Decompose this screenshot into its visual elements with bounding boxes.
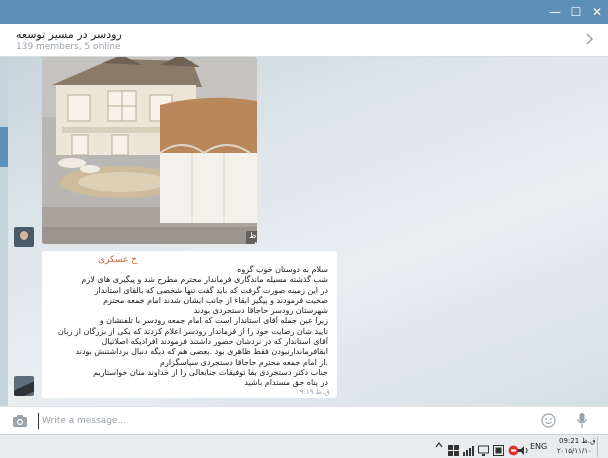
volume-icon[interactable] [518,441,529,455]
close-button[interactable]: ✕ [589,4,605,20]
chevron-right-icon[interactable] [586,33,594,49]
message-line: جناب دکتر دستجردی بقا توفیقات جنابعالی ر… [93,367,328,377]
message-line: زیرا عین جمله آقای استاندار است که امام … [99,316,328,326]
camera-icon[interactable] [12,413,28,427]
message-line: در پناه حق مستدام باشید [244,378,328,388]
composer-bar [0,406,608,434]
monitor-icon[interactable] [478,441,489,456]
tray-app-icon[interactable] [493,441,504,456]
chat-title: رودسر در مسیر توسعه [16,28,122,41]
message-line: ابقافرماندارنبودن فقط ظاهری بود .بعضی هم… [75,347,328,357]
message-timestamp: ق.ظ ۰۹:۱۹ [296,388,330,396]
photo-message[interactable]: ق.ظ ۰۸:۲۶ [42,57,257,244]
language-indicator[interactable]: ENG [530,442,547,451]
message-history[interactable]: ق.ظ ۰۸:۲۶ ح عسکری سلام به دوستان خوب گرو… [0,57,608,406]
message-line: در این زمینه صورت گرفت که باید گفت تنها … [94,285,328,295]
message-line: تایید شان رضایت خود را از فرماندار رودسر… [57,326,328,336]
microphone-icon[interactable] [576,412,588,429]
sidebar-edge-tab[interactable] [0,127,8,167]
emoji-icon[interactable] [541,413,556,428]
show-desktop-button[interactable] [597,437,598,457]
photo-image [42,57,257,244]
avatar[interactable] [14,227,34,247]
avatar[interactable] [14,376,34,396]
window-titlebar: — ☐ ✕ [0,0,608,24]
message-sender[interactable]: ح عسکری [98,255,137,265]
windows-flag-icon[interactable] [448,441,459,456]
clock-time[interactable]: ق.ظ 09:21 [559,437,596,445]
network-icon[interactable] [463,441,474,456]
chat-member-count: 139 members, 5 online [16,42,121,52]
message-line: سلام به دوستان خوب گروه [237,265,328,274]
windows-taskbar: ENG ق.ظ 09:21 ۲۰۱۵/۱۱/۱۰ [0,434,608,458]
text-message-bubble[interactable]: ح عسکری سلام به دوستان خوب گروه شب گذشته… [42,251,337,398]
chat-header[interactable]: رودسر در مسیر توسعه 139 members, 5 onlin… [0,24,608,57]
message-body: سلام به دوستان خوب گروه شب گذشته مسیله م… [48,265,328,389]
chevron-up-icon[interactable] [435,441,443,450]
message-line: .از امام جمعه محترم حاجاقا دستجردی سپاسگ… [160,357,328,367]
message-line: صحبت فرمودند و پیگیر ابقاء از جانب ایشان… [103,295,328,305]
minimize-button[interactable]: — [547,4,563,20]
clock-date[interactable]: ۲۰۱۵/۱۱/۱۰ [557,447,592,455]
message-line: آقای استاندار که در نزدشان حضور داشتند ف… [101,337,328,347]
message-line: شهرستان رودسر حاجاقا دستجردی بودند [193,306,328,316]
message-line: شب گذشته مسیله ماندگاری فرماندار محترم م… [81,275,328,285]
maximize-button[interactable]: ☐ [568,4,584,20]
photo-timestamp: ق.ظ ۰۸:۲۶ [246,231,257,244]
message-input[interactable] [38,413,518,429]
sidebar-edge [0,57,8,406]
